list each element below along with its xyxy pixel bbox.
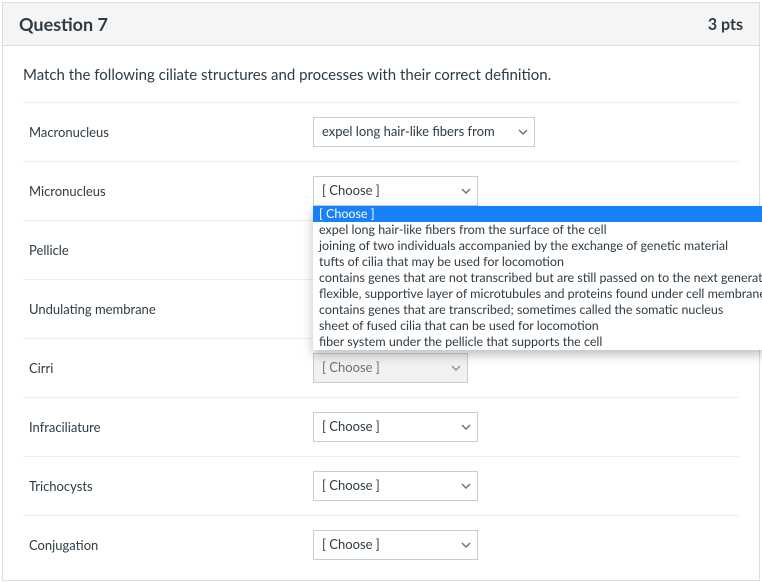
chevron-down-icon bbox=[451, 363, 461, 373]
match-row: Conjugation [ Choose ] bbox=[23, 515, 739, 574]
select-wrap: [ Choose ] bbox=[313, 530, 478, 560]
select-value: expel long hair-like fibers from bbox=[322, 123, 495, 139]
match-label: Trichocysts bbox=[23, 478, 313, 494]
dropdown-option[interactable]: [ Choose ] bbox=[313, 206, 762, 222]
match-select[interactable]: [ Choose ] bbox=[313, 353, 468, 383]
match-select[interactable]: [ Choose ] bbox=[313, 176, 478, 206]
match-select[interactable]: expel long hair-like fibers from bbox=[313, 117, 535, 147]
select-wrap: [ Choose ] bbox=[313, 353, 468, 383]
select-value: [ Choose ] bbox=[322, 418, 380, 434]
match-label: Cirri bbox=[23, 360, 313, 376]
dropdown-option[interactable]: joining of two individuals accompanied b… bbox=[313, 238, 762, 254]
match-row: Macronucleus expel long hair-like fibers… bbox=[23, 102, 739, 161]
question-card: Question 7 3 pts Match the following cil… bbox=[2, 2, 760, 581]
match-select[interactable]: [ Choose ] bbox=[313, 412, 478, 442]
match-label: Micronucleus bbox=[23, 183, 313, 199]
question-body: Match the following ciliate structures a… bbox=[3, 46, 759, 580]
match-label: Macronucleus bbox=[23, 124, 313, 140]
match-label: Conjugation bbox=[23, 537, 313, 553]
dropdown-option[interactable]: tufts of cilia that may be used for loco… bbox=[313, 254, 762, 270]
dropdown-option[interactable]: contains genes that are not transcribed … bbox=[313, 270, 762, 286]
chevron-down-icon bbox=[518, 127, 528, 137]
chevron-down-icon bbox=[461, 481, 471, 491]
match-label: Infraciliature bbox=[23, 419, 313, 435]
select-value: [ Choose ] bbox=[322, 359, 380, 375]
select-wrap: [ Choose ] bbox=[313, 412, 478, 442]
chevron-down-icon bbox=[461, 540, 471, 550]
match-row: Trichocysts [ Choose ] bbox=[23, 456, 739, 515]
select-wrap: expel long hair-like fibers from bbox=[313, 117, 535, 147]
dropdown-option[interactable]: contains genes that are transcribed; som… bbox=[313, 302, 762, 318]
match-label: Pellicle bbox=[23, 242, 313, 258]
select-value: [ Choose ] bbox=[322, 477, 380, 493]
chevron-down-icon bbox=[461, 186, 471, 196]
match-select[interactable]: [ Choose ] bbox=[313, 471, 478, 501]
dropdown-option[interactable]: fiber system under the pellicle that sup… bbox=[313, 334, 762, 350]
dropdown-option[interactable]: flexible, supportive layer of microtubul… bbox=[313, 286, 762, 302]
match-row: Infraciliature [ Choose ] bbox=[23, 397, 739, 456]
match-select[interactable]: [ Choose ] bbox=[313, 530, 478, 560]
select-wrap: [ Choose ] [ Choose ] expel long hair-li… bbox=[313, 176, 478, 206]
dropdown-option[interactable]: sheet of fused cilia that can be used fo… bbox=[313, 318, 762, 334]
question-points: 3 pts bbox=[708, 15, 743, 34]
question-header: Question 7 3 pts bbox=[3, 3, 759, 46]
match-label: Undulating membrane bbox=[23, 301, 313, 317]
select-value: [ Choose ] bbox=[322, 182, 380, 198]
select-value: [ Choose ] bbox=[322, 536, 380, 552]
chevron-down-icon bbox=[461, 422, 471, 432]
dropdown-option[interactable]: expel long hair-like fibers from the sur… bbox=[313, 222, 762, 238]
question-prompt: Match the following ciliate structures a… bbox=[23, 66, 739, 84]
match-row: Micronucleus [ Choose ] [ Choose ] expel… bbox=[23, 161, 739, 220]
select-wrap: [ Choose ] bbox=[313, 471, 478, 501]
question-title: Question 7 bbox=[19, 13, 108, 35]
dropdown-listbox[interactable]: [ Choose ] expel long hair-like fibers f… bbox=[313, 206, 762, 350]
